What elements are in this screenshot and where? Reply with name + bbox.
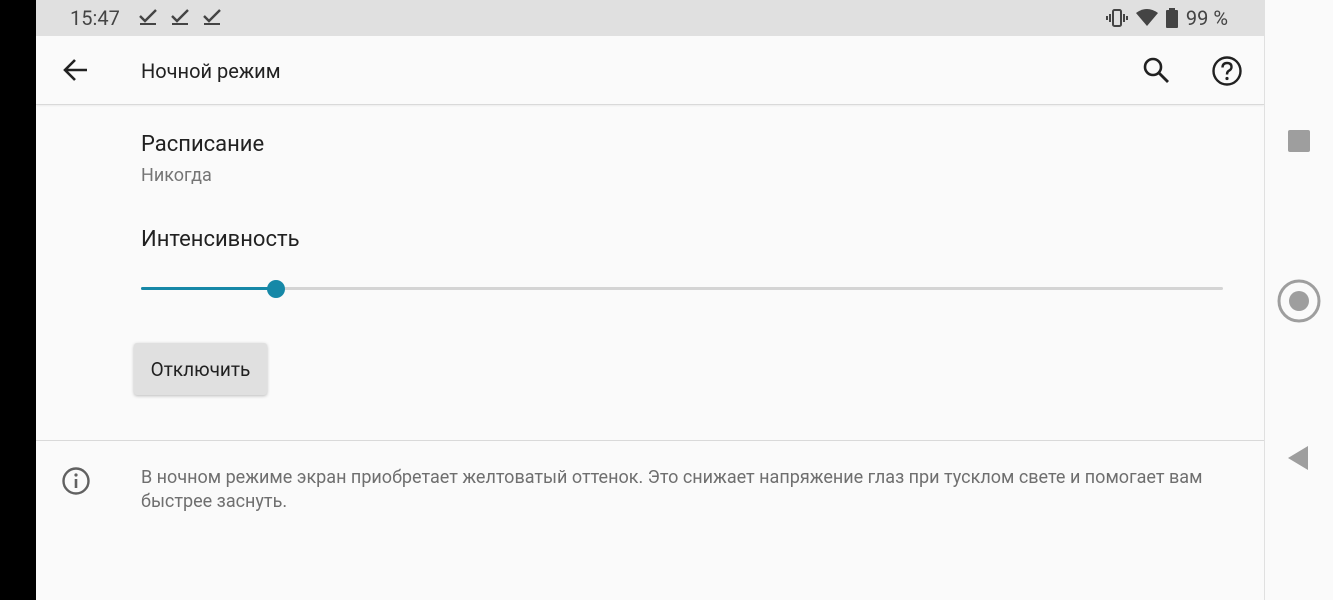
schedule-title: Расписание: [141, 132, 265, 157]
home-icon[interactable]: [1277, 279, 1321, 323]
check-icon: [202, 6, 222, 26]
battery-percent: 99 %: [1185, 6, 1228, 30]
schedule-value: Никогда: [141, 165, 212, 186]
search-icon[interactable]: [1142, 56, 1170, 84]
intensity-slider[interactable]: [141, 280, 1223, 298]
slider-fill: [141, 287, 277, 290]
check-icon: [170, 6, 190, 26]
turn-off-button[interactable]: Отключить: [134, 343, 267, 395]
divider: [36, 440, 1264, 441]
page-title: Ночной режим: [141, 59, 281, 83]
wifi-icon: [1135, 9, 1158, 27]
status-right: 99 %: [1105, 6, 1228, 30]
back-icon[interactable]: [1286, 445, 1310, 471]
check-icon: [138, 6, 158, 26]
intensity-label: Интенсивность: [141, 227, 300, 252]
left-black-edge: [0, 0, 36, 600]
status-time: 15:47: [70, 6, 120, 30]
status-bar: 15:47 99 %: [36, 0, 1264, 36]
info-icon: [61, 466, 91, 496]
notification-icons: [138, 6, 222, 26]
schedule-setting[interactable]: Расписание Никогда: [36, 118, 1264, 198]
vibrate-icon: [1105, 8, 1128, 28]
slider-track[interactable]: [141, 287, 1223, 290]
help-icon[interactable]: [1211, 55, 1243, 87]
navigation-bar: [1264, 0, 1333, 600]
app-bar: Ночной режим: [36, 36, 1264, 105]
back-arrow-icon[interactable]: [62, 56, 90, 84]
slider-thumb[interactable]: [267, 280, 286, 298]
info-description: В ночном режиме экран приобретает желтов…: [141, 467, 1203, 512]
battery-icon: [1165, 8, 1178, 28]
recents-icon[interactable]: [1288, 130, 1310, 152]
